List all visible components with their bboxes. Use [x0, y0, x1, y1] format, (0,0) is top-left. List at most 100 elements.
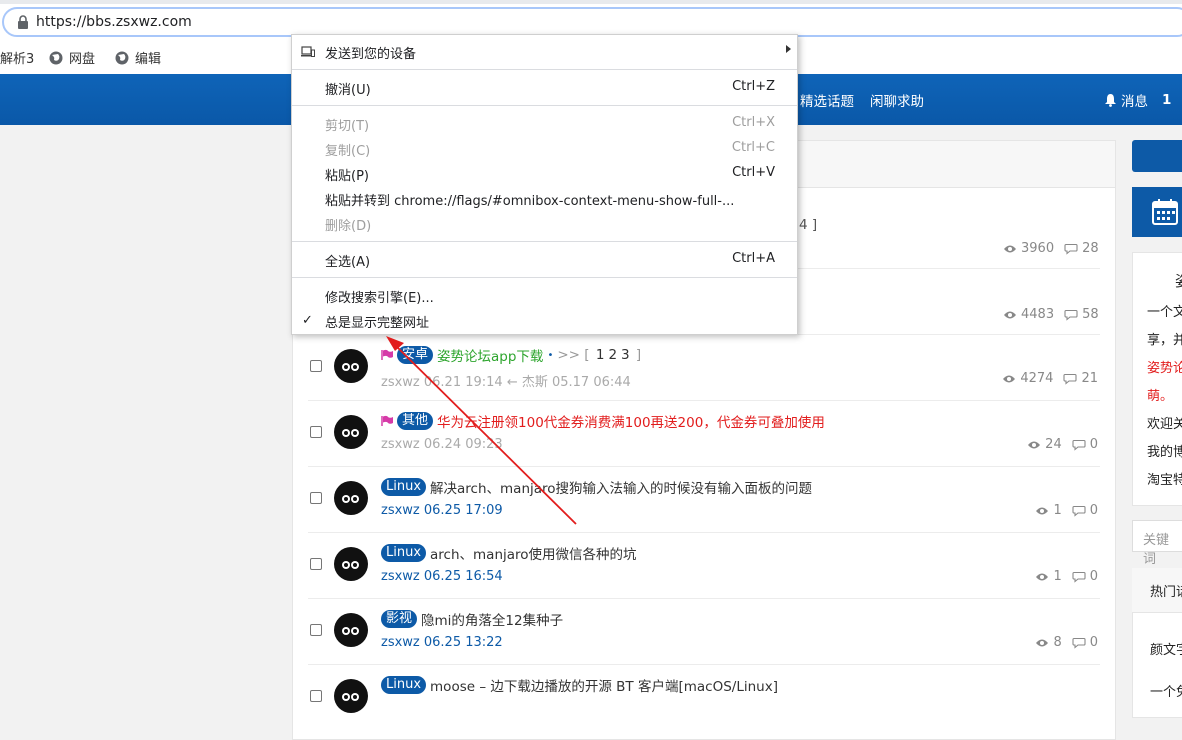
reply-count: 0 — [1089, 635, 1098, 650]
select-checkbox[interactable] — [310, 360, 322, 372]
eye-icon — [1036, 573, 1049, 580]
thread-title[interactable]: arch、manjaro使用微信各种的坑 — [430, 543, 637, 563]
checkin-panel[interactable] — [1132, 187, 1182, 237]
select-all-shortcut: Ctrl+A — [732, 251, 775, 266]
thread-title[interactable]: 姿势论坛app下载 — [437, 345, 543, 365]
thread-title[interactable]: moose – 边下载边播放的开源 BT 客户端[macOS/Linux] — [430, 675, 778, 695]
intro-line: 享，并 — [1147, 333, 1182, 348]
nav-featured[interactable]: 精选话题 — [800, 90, 854, 110]
select-checkbox[interactable] — [310, 558, 322, 570]
avatar[interactable] — [334, 349, 368, 383]
select-checkbox[interactable] — [310, 624, 322, 636]
bookmark-label: 网盘 — [69, 52, 96, 67]
category-tag[interactable]: Linux — [381, 478, 427, 496]
thread-meta: zsxwz 06.25 17:09 — [381, 503, 503, 518]
reply-count: 58 — [1082, 307, 1099, 322]
thread-title[interactable]: 解决arch、manjaro搜狗输入法输入的时候没有输入面板的问题 — [430, 477, 812, 497]
thread-stats: 4483 58 — [1003, 307, 1099, 322]
comment-icon — [1072, 439, 1086, 451]
post-button[interactable] — [1132, 140, 1182, 172]
page-link[interactable]: 4 ] — [799, 217, 817, 233]
thread-stats: 4274 21 — [1002, 371, 1098, 386]
url-text[interactable]: https://bbs.zsxwz.com — [36, 14, 192, 30]
category-tag[interactable]: 安卓 — [397, 346, 434, 364]
thread-title[interactable]: 华为云注册领100代金券消费满100再送200，代金券可叠加使用 — [437, 411, 825, 431]
hot-item[interactable]: 颜文字 — [1150, 639, 1182, 658]
check-icon: ✓ — [302, 313, 313, 328]
avatar[interactable] — [334, 547, 368, 581]
calendar-icon — [1152, 199, 1178, 225]
comment-icon — [1072, 637, 1086, 649]
avatar[interactable] — [334, 415, 368, 449]
table-row[interactable]: Linux 解决arch、manjaro搜狗输入法输入的时候没有输入面板的问题 … — [292, 467, 1116, 533]
category-tag[interactable]: 影视 — [381, 610, 418, 628]
select-checkbox[interactable] — [310, 690, 322, 702]
table-row[interactable]: Linux moose – 边下载边播放的开源 BT 客户端[macOS/Lin… — [292, 665, 1116, 731]
thread-stats: 8 0 — [1035, 635, 1098, 650]
avatar[interactable] — [334, 613, 368, 647]
menu-select-all[interactable]: 全选(A) — [325, 251, 370, 270]
bookmark-label: 编辑 — [135, 52, 162, 67]
comment-icon — [1072, 505, 1086, 517]
table-row[interactable]: Linux arch、manjaro使用微信各种的坑 zsxwz 06.25 1… — [292, 533, 1116, 599]
thread-stats: 1 0 — [1035, 569, 1098, 584]
reply-count: 21 — [1081, 371, 1098, 386]
view-count: 4274 — [1020, 371, 1054, 386]
page-arrow[interactable]: >> — [557, 347, 580, 363]
select-checkbox[interactable] — [310, 426, 322, 438]
menu-undo[interactable]: 撤消(U) — [325, 79, 371, 98]
view-count: 4483 — [1021, 307, 1055, 322]
avatar[interactable] — [334, 679, 368, 713]
page-link[interactable]: 1 — [594, 347, 607, 363]
bracket-open: [ — [584, 347, 590, 363]
menu-send-to-device[interactable]: 发送到您的设备 — [325, 43, 416, 62]
cut-shortcut: Ctrl+X — [732, 115, 775, 130]
thread-meta: zsxwz 06.25 13:22 — [381, 635, 503, 650]
comment-icon — [1064, 243, 1078, 255]
eye-icon — [1028, 441, 1041, 448]
page-link[interactable]: 2 — [606, 347, 619, 363]
menu-copy: 复制(C) — [325, 144, 371, 159]
page-link[interactable]: 3 — [619, 347, 632, 363]
menu-always-show-full-url[interactable]: 总是显示完整网址 — [325, 312, 429, 331]
bookmark-item[interactable]: 网盘 — [49, 48, 95, 67]
bell-icon — [1105, 94, 1116, 107]
eye-icon — [1003, 375, 1016, 382]
category-tag[interactable]: 其他 — [397, 412, 434, 430]
table-row[interactable]: 其他 华为云注册领100代金券消费满100再送200，代金券可叠加使用 zsxw… — [292, 401, 1116, 467]
bookmark-item[interactable]: 编辑 — [115, 48, 161, 67]
bookmark-item[interactable]: 解析3 — [0, 48, 34, 67]
menu-edit-search-engines[interactable]: 修改搜索引擎(E)... — [325, 287, 434, 306]
category-tag[interactable]: Linux — [381, 544, 427, 562]
thread-stats: 3960 28 — [1003, 241, 1099, 256]
search-input[interactable]: 关键词 — [1132, 520, 1182, 567]
table-row[interactable]: 影视 隐mi的角落全12集种子 zsxwz 06.25 13:22 8 0 — [292, 599, 1116, 665]
menu-paste-and-go[interactable]: 粘贴并转到 chrome://flags/#omnibox-context-me… — [325, 190, 734, 209]
table-row[interactable]: 安卓 姿势论坛app下载 • >> [ 123 ] zsxwz 06.21 19… — [292, 335, 1116, 401]
comment-icon — [1072, 571, 1086, 583]
reply-count: 0 — [1089, 569, 1098, 584]
thread-meta: zsxwz 06.25 16:54 — [381, 569, 503, 584]
avatar[interactable] — [334, 481, 368, 515]
nav-help[interactable]: 闲聊求助 — [870, 90, 924, 110]
intro-line: 淘宝特 — [1147, 473, 1182, 488]
menu-paste[interactable]: 粘贴(P) — [325, 165, 369, 184]
view-count: 24 — [1045, 437, 1062, 452]
hot-title: 热门话 — [1150, 585, 1182, 600]
intro-line: 萌。 — [1147, 389, 1174, 404]
context-menu: 发送到您的设备 撤消(U) Ctrl+Z 剪切(T) Ctrl+X 复制(C) … — [291, 34, 798, 335]
page-links: >> [ 123 ] — [557, 347, 641, 363]
notify-link[interactable]: 消息 1 — [1104, 90, 1171, 110]
thread-title[interactable]: 隐mi的角落全12集种子 — [421, 609, 563, 629]
bookmark-label: 解析3 — [0, 52, 35, 67]
paste-shortcut: Ctrl+V — [732, 165, 775, 180]
select-checkbox[interactable] — [310, 492, 322, 504]
flag-icon — [381, 349, 393, 360]
menu-delete: 删除(D) — [325, 219, 372, 234]
thread-meta: zsxwz 06.21 19:14 ← 杰斯 05.17 06:44 — [381, 375, 631, 390]
category-tag[interactable]: Linux — [381, 676, 427, 694]
eye-icon — [1036, 507, 1049, 514]
reply-count: 28 — [1082, 241, 1099, 256]
hot-item[interactable]: 一个免 — [1150, 681, 1182, 700]
intro-title: 姿 — [1175, 270, 1182, 291]
